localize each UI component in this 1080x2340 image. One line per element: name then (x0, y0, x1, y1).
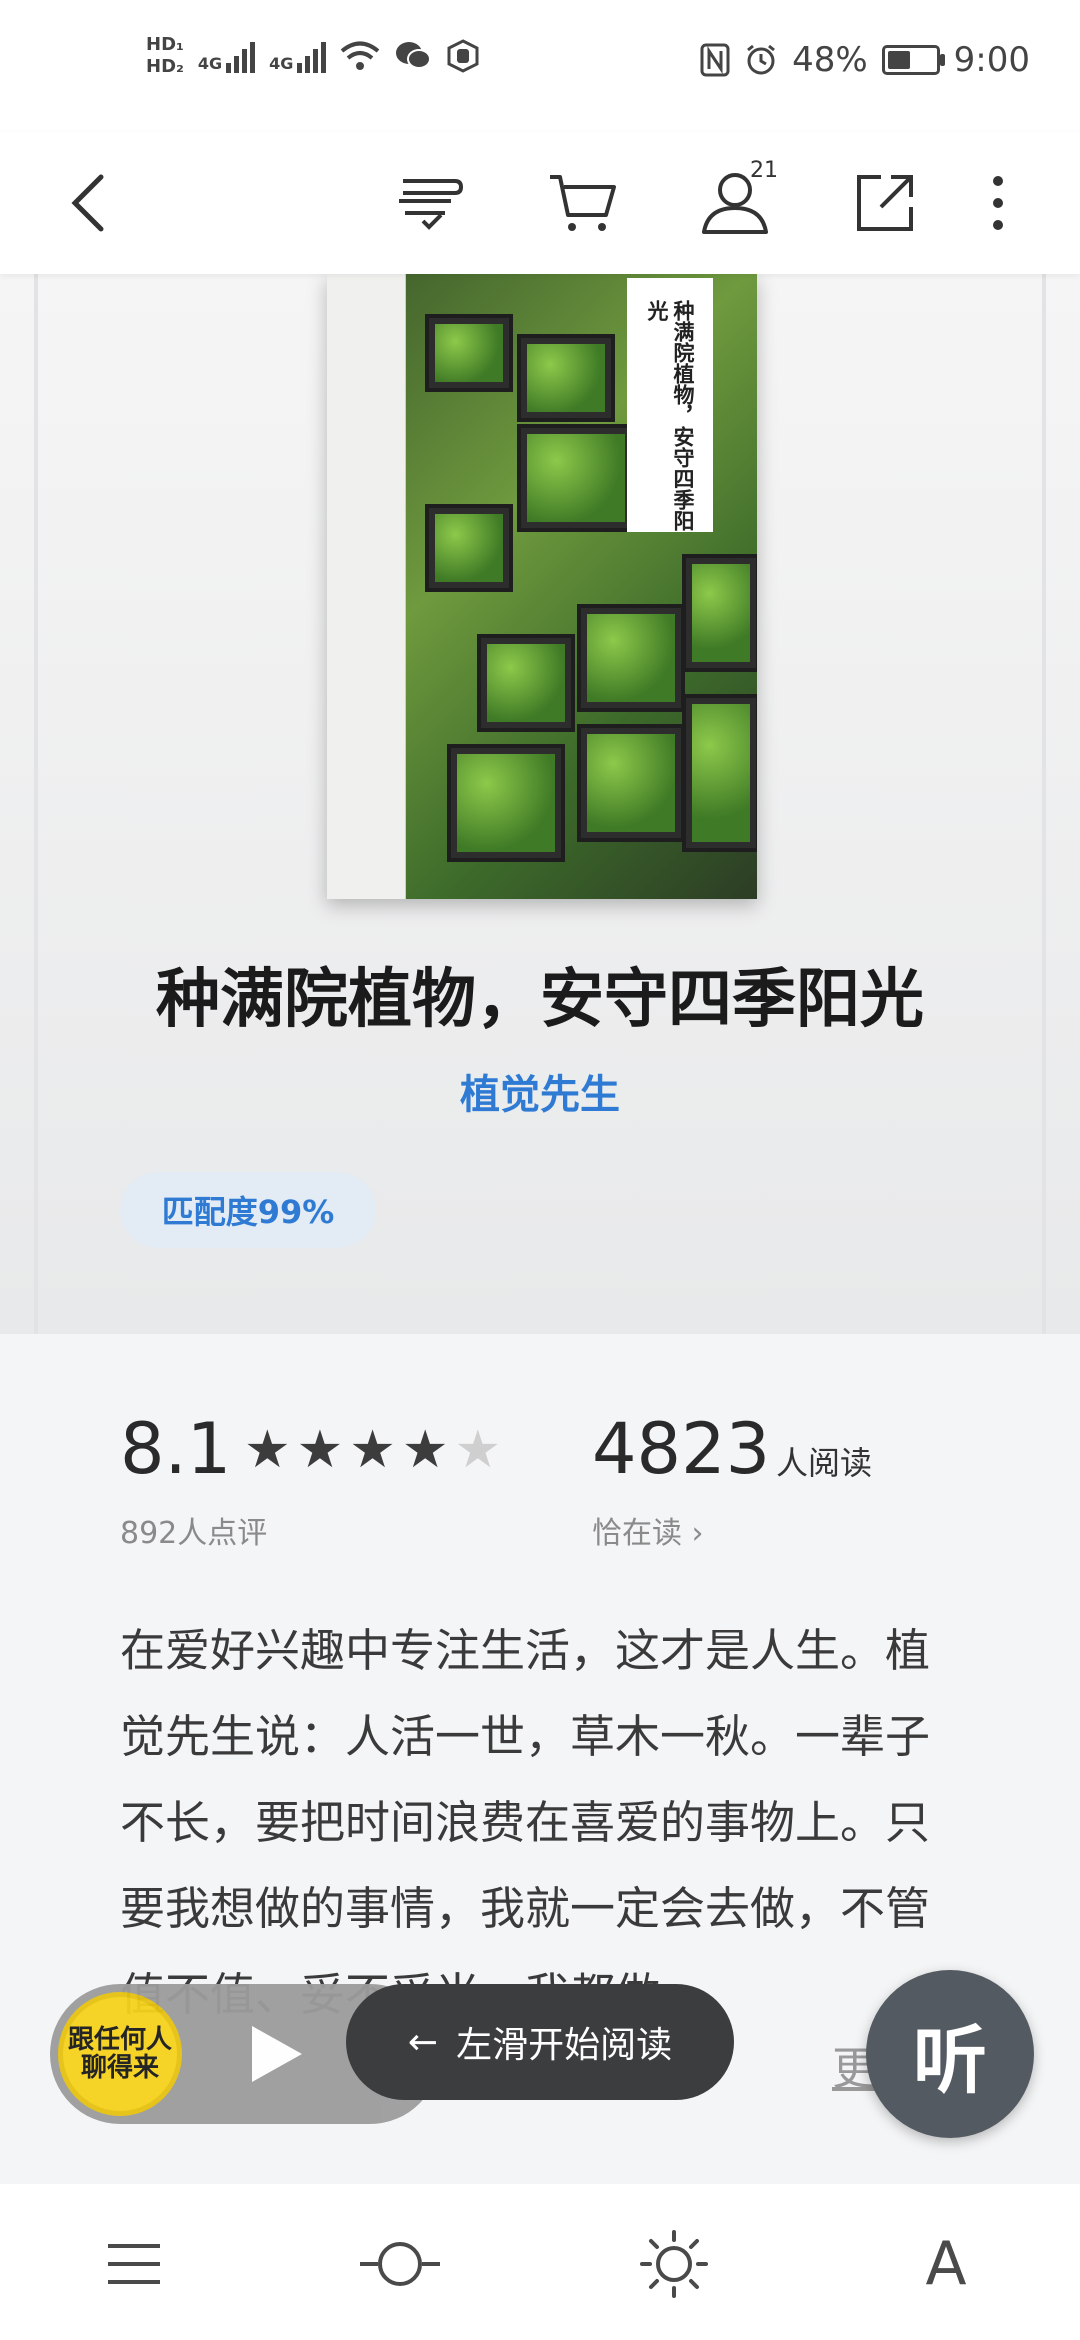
back-icon (71, 174, 104, 232)
rating-score: 8.1 (120, 1408, 232, 1490)
cover-moss-tray (477, 634, 575, 732)
cover-moss-tray (682, 694, 757, 852)
book-author-link[interactable]: 植觉先生 (0, 1062, 1080, 1120)
signal-bars-icon (297, 39, 327, 73)
cover-moss-tray (517, 424, 635, 532)
font-settings-button[interactable]: A (904, 2222, 988, 2306)
nfc-icon (700, 43, 730, 77)
signal-2: 4G (269, 39, 327, 73)
hand-hexagon-icon (447, 39, 479, 73)
friends-button[interactable]: 21 (690, 158, 780, 248)
mini-player-cover: 跟任何人聊得来 (58, 1992, 182, 2116)
progress-button[interactable] (358, 2222, 442, 2306)
top-toolbar: 21 (0, 132, 1080, 274)
book-cover[interactable]: 种满院植物，安守四季阳光 (327, 274, 757, 899)
hd2-label: HD₂ (146, 56, 184, 77)
alarm-icon (747, 44, 775, 75)
signal-bars-icon (226, 39, 256, 73)
match-badge: 匹配度99% (120, 1172, 376, 1248)
battery-fill (887, 51, 910, 69)
wechat-icon (396, 42, 432, 69)
rating-stars: ★ ★ ★ ★ ★ (244, 1420, 501, 1480)
chevron-right-icon: › (691, 1516, 704, 1551)
status-left: HD₁ HD₂ 4G 4G (146, 34, 480, 78)
cover-moss-tray (577, 724, 685, 842)
cover-moss-tray (425, 504, 513, 592)
back-button[interactable] (44, 158, 134, 248)
hd-indicator: HD₁ HD₂ (146, 34, 184, 78)
star-filled-icon: ★ (244, 1420, 291, 1480)
signal-2-label: 4G (269, 54, 294, 73)
reading-now-label: 恰在读 (592, 1516, 682, 1551)
bottom-bar: A (0, 2184, 1080, 2340)
cover-title: 种满院植物，安守四季阳光 (645, 300, 696, 531)
star-filled-icon: ★ (349, 1420, 396, 1480)
clock: 9:00 (953, 40, 1030, 80)
share-button[interactable] (840, 158, 930, 248)
signal-1: 4G (197, 39, 256, 73)
listen-button[interactable]: 听 (866, 1970, 1034, 2138)
brightness-button[interactable] (632, 2222, 716, 2306)
readers-count: 4823 (592, 1408, 771, 1490)
cover-moss-tray (447, 744, 565, 862)
cover-moss-tray (682, 554, 757, 672)
bookshelf-button[interactable] (385, 158, 475, 248)
wifi-icon (341, 41, 380, 70)
rating-count-link[interactable]: 892人点评 (120, 1508, 267, 1552)
signal-1-label: 4G (197, 54, 223, 73)
cart-button[interactable] (538, 158, 628, 248)
font-icon: A (925, 2229, 967, 2299)
play-icon[interactable] (246, 2022, 306, 2086)
swipe-to-read-tip[interactable]: ← 左滑开始阅读 (346, 1984, 734, 2100)
cover-title-card: 种满院植物，安守四季阳光 (627, 278, 713, 532)
more-button[interactable] (968, 158, 1028, 248)
swipe-tip-label: 左滑开始阅读 (456, 2025, 673, 2066)
book-title: 种满院植物，安守四季阳光 (156, 962, 924, 1037)
star-filled-icon: ★ (401, 1420, 449, 1480)
battery-icon (881, 45, 945, 75)
cover-moss-tray (517, 334, 615, 422)
friends-badge: 21 (750, 158, 778, 183)
cover-spine (327, 274, 406, 899)
bookmark-list-icon (399, 179, 464, 230)
battery-percent: 48% (792, 40, 868, 80)
brightness-icon (640, 2230, 708, 2298)
cart-icon (550, 175, 616, 231)
star-filled-icon: ★ (296, 1420, 344, 1480)
menu-icon (108, 2244, 160, 2284)
reading-now-link[interactable]: 恰在读 › (592, 1508, 704, 1552)
menu-button[interactable] (92, 2222, 176, 2306)
progress-icon (360, 2242, 440, 2286)
hd1-label: HD₁ (146, 34, 184, 55)
readers-unit: 人阅读 (776, 1444, 873, 1482)
cover-moss-tray (577, 604, 685, 712)
arrow-left-icon: ← (407, 2021, 439, 2063)
status-right: 48% 9:00 (700, 40, 1030, 80)
share-icon (857, 175, 913, 231)
more-icon (993, 176, 1003, 230)
status-bar: HD₁ HD₂ 4G 4G 48% 9:00 (0, 0, 1080, 132)
star-empty-icon: ★ (454, 1420, 502, 1480)
cover-moss-tray (425, 314, 513, 392)
